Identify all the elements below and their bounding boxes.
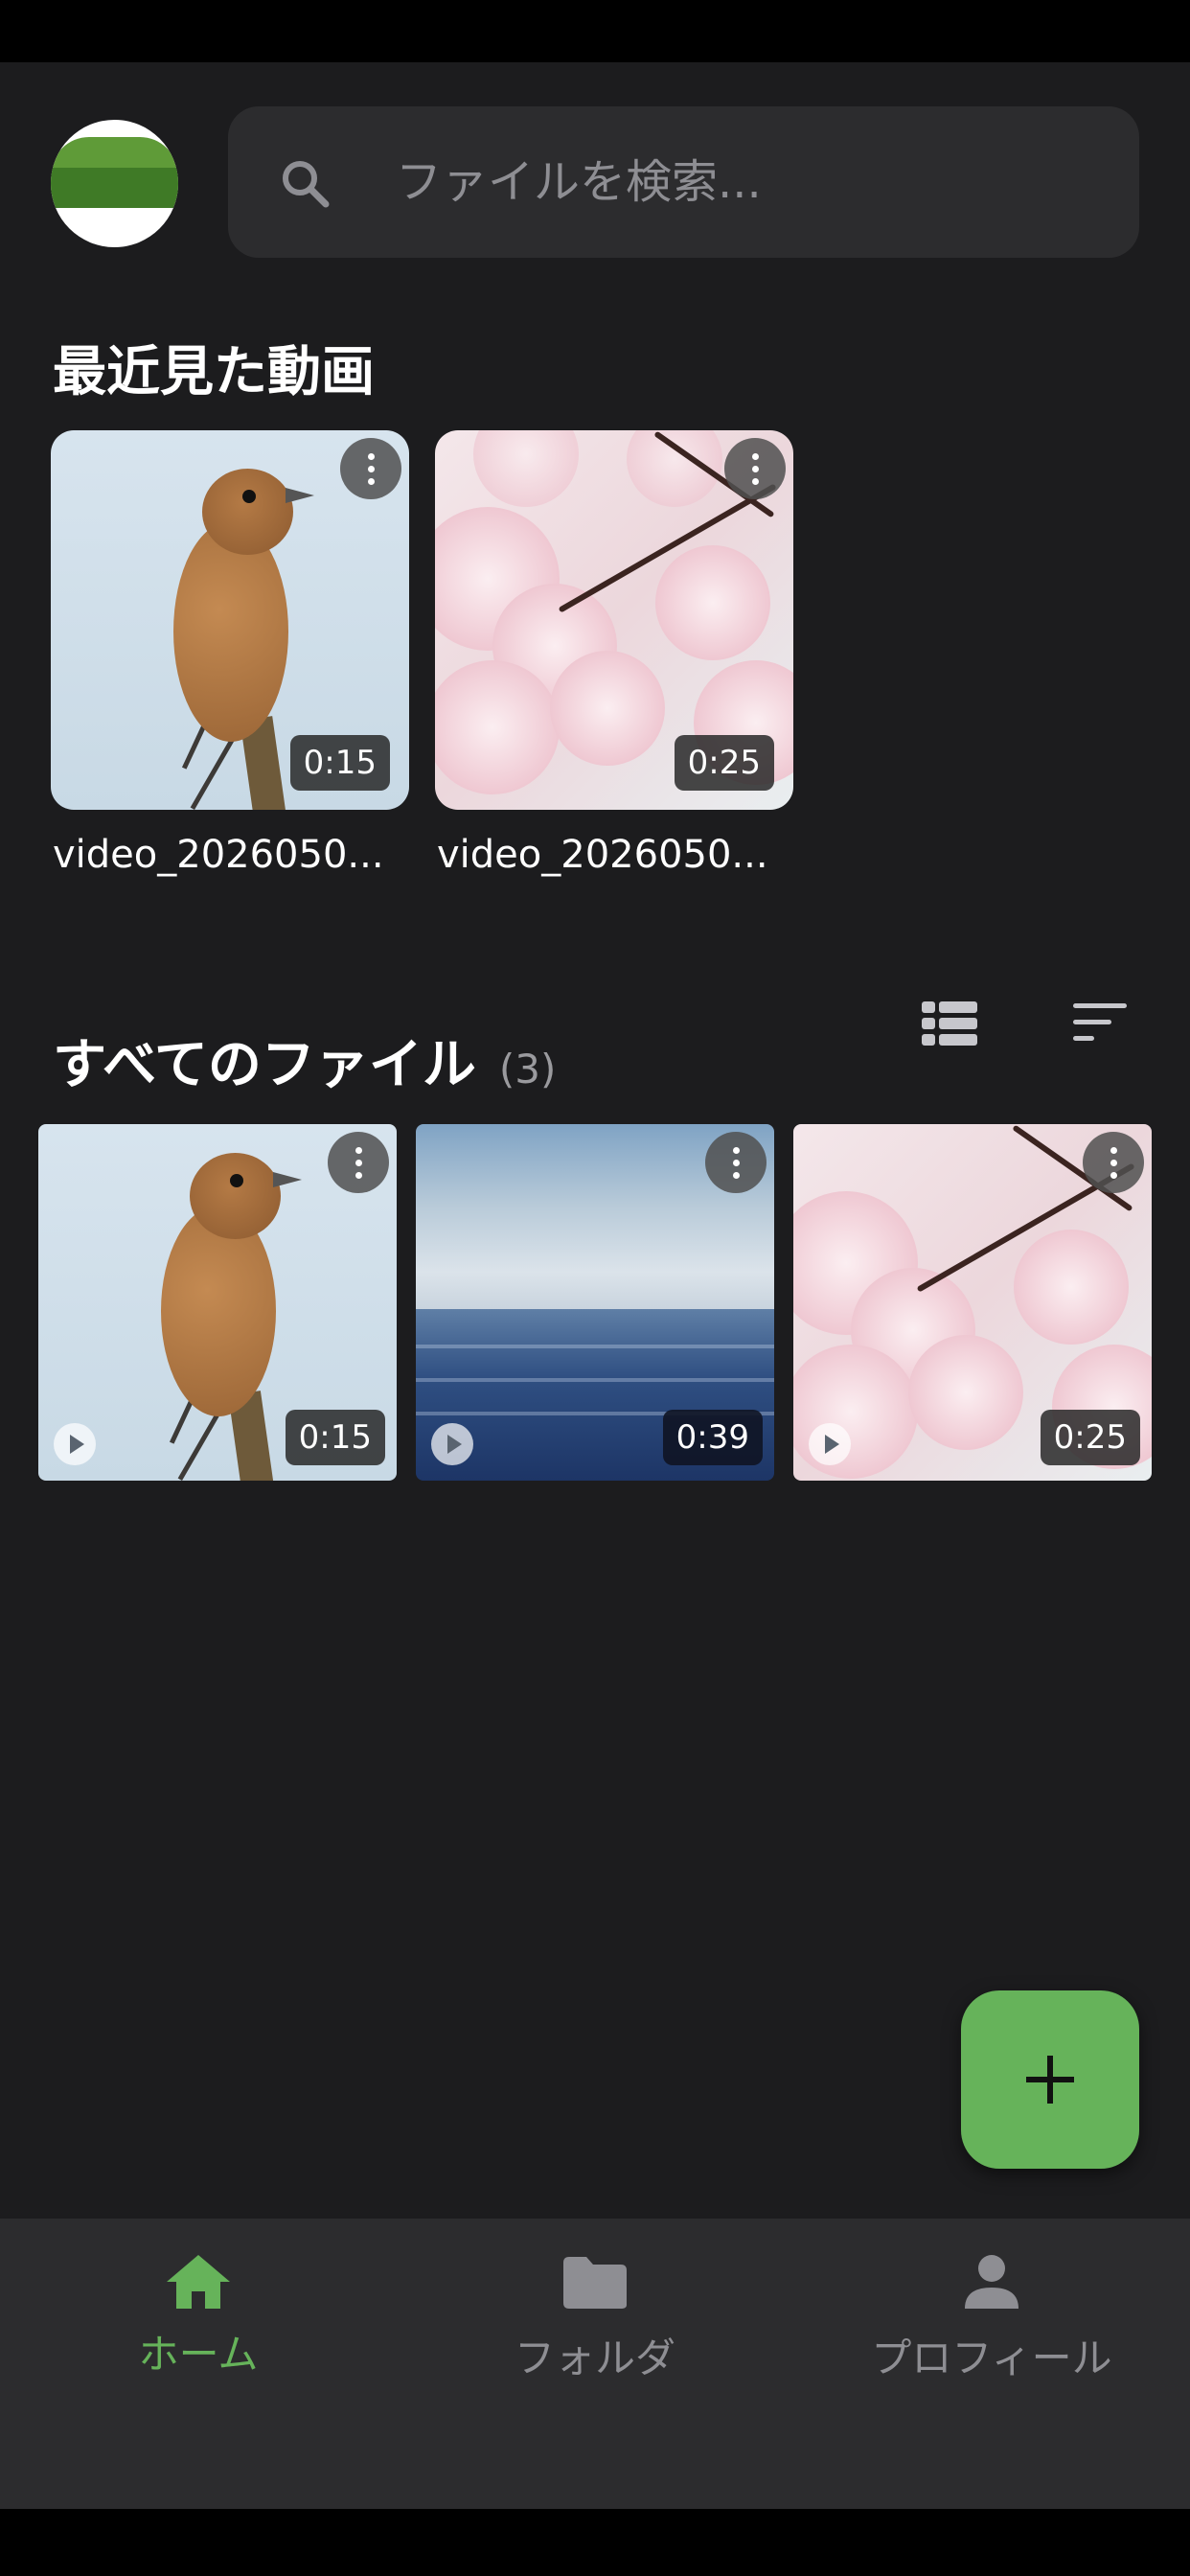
file-grid-item[interactable]: 0:15 [38,1124,397,1481]
search-bar[interactable] [228,106,1139,258]
nav-label-folder: フォルダ [514,2334,675,2381]
nav-item-folder[interactable]: フォルダ [397,2219,793,2410]
nav-item-profile[interactable]: プロフィール [793,2219,1190,2410]
more-options-icon[interactable] [340,438,401,499]
recent-section-title: 最近見た動画 [53,341,375,403]
avatar[interactable] [51,120,178,247]
play-icon [54,1423,96,1465]
person-icon [965,2255,1018,2309]
nav-label-profile: プロフィール [871,2334,1112,2381]
more-options-icon[interactable] [724,438,786,499]
file-grid-item[interactable]: 0:39 [416,1124,774,1481]
bottom-navigation: ホーム フォルダ プロフィール [0,2219,1190,2509]
search-icon [283,161,330,208]
search-input[interactable] [396,141,1105,223]
play-icon [809,1423,851,1465]
folder-icon [563,2257,627,2309]
duration-badge: 0:25 [674,735,774,791]
all-files-section-title: すべてのファイル (3) [53,1022,556,1099]
home-icon [167,2255,230,2309]
app-screen: 最近見た動画 0:15 video_2026050... [0,62,1190,2509]
sort-icon[interactable] [1073,1003,1127,1042]
duration-badge: 0:15 [289,735,390,791]
all-files-title: すべてのファイル [53,1034,476,1096]
duration-badge: 0:25 [1040,1410,1140,1465]
duration-badge: 0:39 [662,1410,763,1465]
file-count: (3) [498,1046,557,1092]
more-options-icon[interactable] [328,1132,389,1193]
nav-label-home: ホーム [138,2331,259,2378]
duration-badge: 0:15 [285,1410,385,1465]
video-name: video_2026050... [53,833,384,877]
more-options-icon[interactable] [1083,1132,1144,1193]
more-options-icon[interactable] [705,1132,767,1193]
add-file-button[interactable] [961,1990,1139,2169]
video-name: video_2026050... [437,833,768,877]
play-icon [431,1423,473,1465]
file-grid-item[interactable]: 0:25 [793,1124,1152,1481]
list-view-icon[interactable] [922,1001,977,1046]
nav-item-home[interactable]: ホーム [0,2219,397,2410]
